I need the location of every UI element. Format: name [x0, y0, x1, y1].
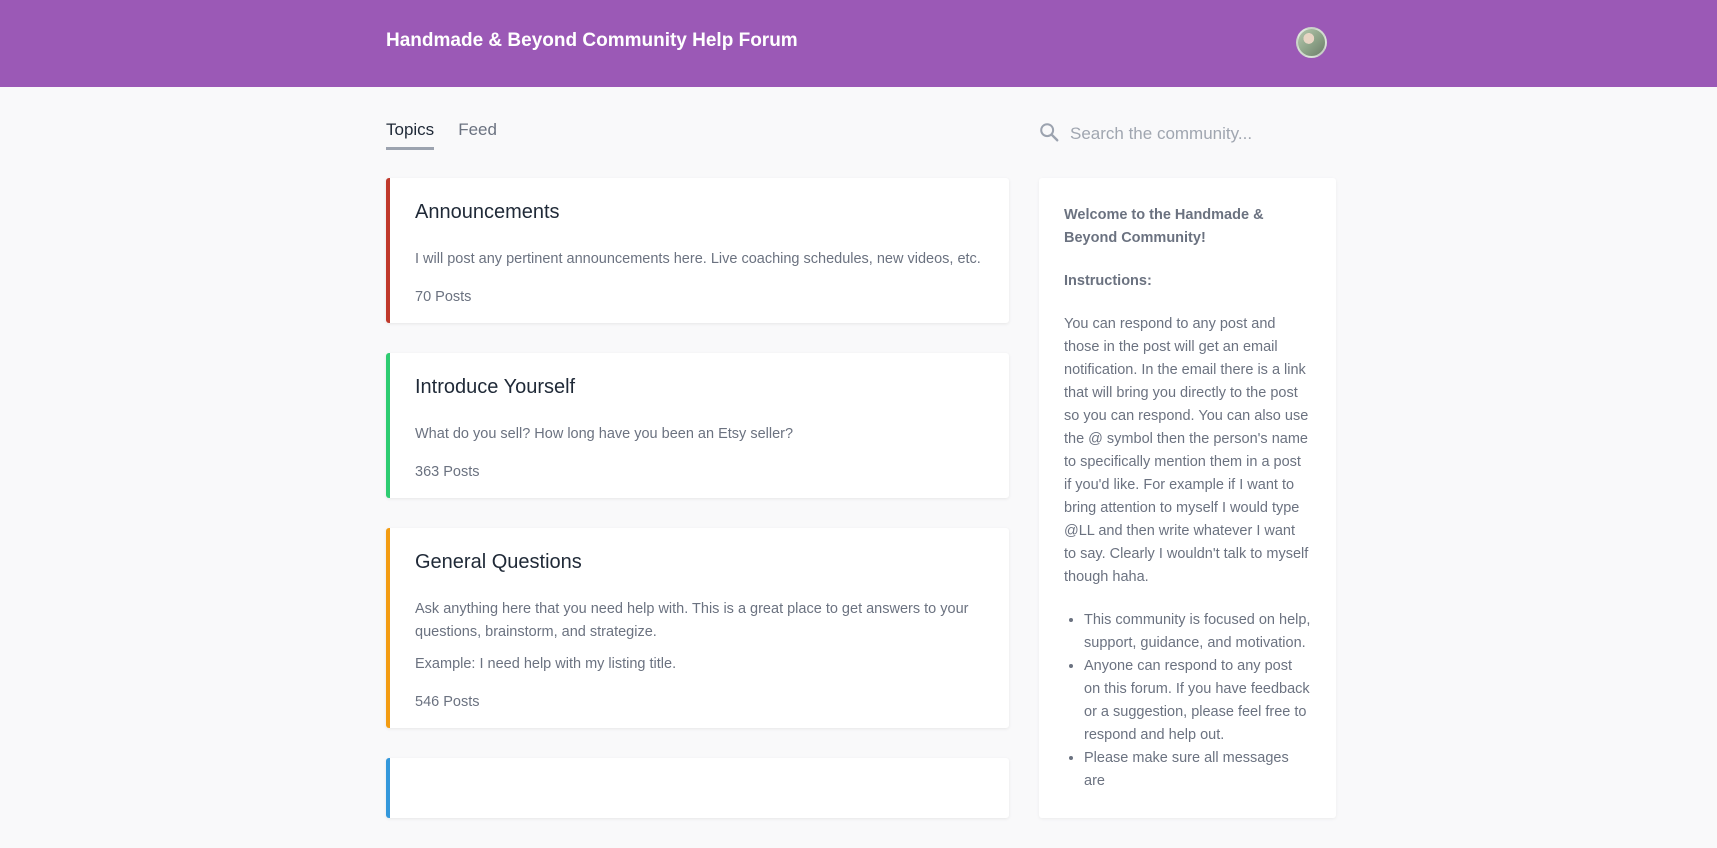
welcome-sidebar: Welcome to the Handmade & Beyond Communi…: [1039, 178, 1336, 818]
topic-card-introduce-yourself[interactable]: Introduce Yourself What do you sell? How…: [386, 353, 1009, 498]
topic-example: Example: I need help with my listing tit…: [415, 656, 677, 672]
forum-title[interactable]: Handmade & Beyond Community Help Forum: [386, 30, 798, 52]
topic-title[interactable]: General Questions: [415, 551, 984, 574]
post-count: 363 Posts: [415, 464, 480, 480]
list-item: Anyone can respond to any post on this f…: [1084, 655, 1311, 747]
topic-description: I will post any pertinent announcements …: [415, 251, 981, 267]
topic-title[interactable]: Introduce Yourself: [415, 376, 984, 399]
topic-card-announcements[interactable]: Announcements I will post any pertinent …: [386, 178, 1009, 323]
list-item: This community is focused on help, suppo…: [1084, 609, 1311, 655]
tab-topics[interactable]: Topics: [386, 120, 435, 150]
instructions-body: You can respond to any post and those in…: [1064, 316, 1309, 585]
topic-description: What do you sell? How long have you been…: [415, 426, 794, 442]
post-count: 546 Posts: [415, 694, 480, 710]
site-header: Handmade & Beyond Community Help Forum: [0, 0, 1717, 87]
nav-tabs: Topics Feed: [386, 120, 497, 150]
instructions-heading: Instructions:: [1064, 273, 1152, 289]
list-item: Please make sure all messages are: [1084, 747, 1311, 793]
post-count: 70 Posts: [415, 289, 472, 305]
user-avatar[interactable]: [1296, 27, 1327, 58]
topic-description: Ask anything here that you need help wit…: [415, 601, 969, 640]
search-icon: [1038, 121, 1060, 148]
guidelines-list: This community is focused on help, suppo…: [1064, 609, 1311, 793]
topic-title[interactable]: Announcements: [415, 201, 984, 224]
search-input[interactable]: [1070, 124, 1330, 144]
topic-card-general-questions[interactable]: General Questions Ask anything here that…: [386, 528, 1009, 728]
tab-feed[interactable]: Feed: [458, 120, 497, 150]
search-bar: [1038, 120, 1338, 148]
topic-card-partial[interactable]: [386, 758, 1009, 818]
topic-list: Announcements I will post any pertinent …: [386, 178, 1009, 848]
welcome-heading: Welcome to the Handmade & Beyond Communi…: [1064, 207, 1264, 246]
